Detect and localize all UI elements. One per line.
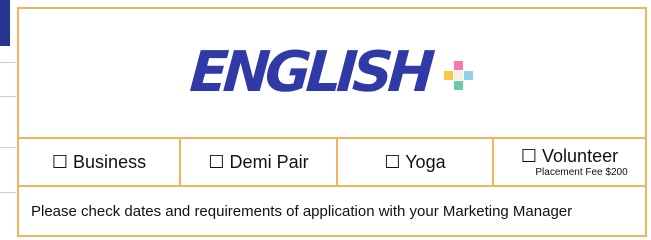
option-yoga-label: ☐ Yoga	[384, 152, 446, 172]
option-business[interactable]: ☐ Business	[19, 139, 181, 185]
logo-area: ENGLISH	[19, 9, 645, 137]
program-options-row: ☐ Business ☐ Demi Pair ☐ Yoga ☐ Voluntee…	[19, 137, 645, 187]
divider	[0, 147, 16, 148]
divider	[0, 96, 16, 97]
divider	[0, 192, 16, 193]
plus-icon-top-arm	[453, 61, 463, 70]
english-logo-text: ENGLISH	[187, 40, 433, 105]
plus-icon-bottom-arm	[453, 81, 463, 90]
option-volunteer[interactable]: ☐ Volunteer Placement Fee $200	[494, 139, 645, 185]
plus-icon-center	[453, 71, 463, 80]
plus-icon-right-arm	[463, 71, 473, 80]
application-notice: Please check dates and requirements of a…	[31, 202, 573, 220]
adjacent-panel-edge	[0, 0, 16, 240]
option-demi-pair-label: ☐ Demi Pair	[208, 152, 309, 172]
program-selection-form: ENGLISH ☐ Business ☐ Demi Pair ☐ Yoga ☐ …	[17, 7, 647, 237]
option-yoga[interactable]: ☐ Yoga	[338, 139, 494, 185]
adjacent-blue-tab	[0, 0, 10, 46]
option-demi-pair[interactable]: ☐ Demi Pair	[181, 139, 338, 185]
plus-icon	[443, 61, 474, 91]
divider	[0, 62, 16, 63]
option-business-label: ☐ Business	[51, 152, 147, 172]
option-volunteer-label: ☐ Volunteer	[520, 146, 619, 166]
placement-fee-note: Placement Fee $200	[535, 167, 628, 178]
plus-icon-left-arm	[443, 71, 453, 80]
